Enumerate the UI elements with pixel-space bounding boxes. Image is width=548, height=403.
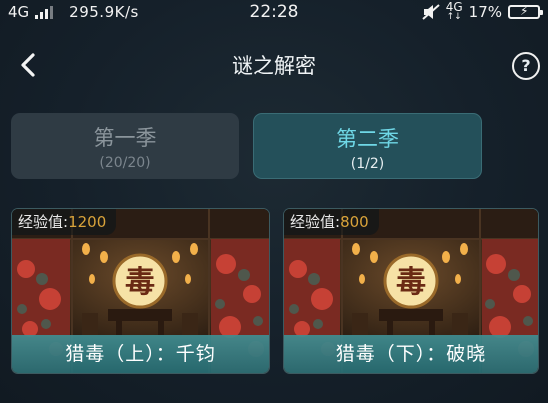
emblem-character: 毒 — [125, 265, 155, 300]
season-progress: (1/2) — [350, 156, 385, 172]
exp-label: 经验值: — [290, 213, 341, 231]
episode-title: 猎毒（上）：千钧 — [12, 335, 269, 373]
battery-charging-icon: ⚡ — [508, 4, 543, 19]
season-name: 第二季 — [336, 127, 399, 151]
help-icon: ? — [521, 56, 531, 75]
exp-value: 1200 — [68, 213, 107, 231]
exp-badge: 经验值:1200 — [12, 209, 117, 235]
battery-percent: 17% — [468, 3, 502, 21]
season-name: 第一季 — [93, 126, 157, 150]
status-right: 4G ↑↓ 17% ⚡ — [422, 0, 543, 22]
network-type-right: 4G ↑↓ — [445, 0, 463, 22]
episode-title: 猎毒（下）：破晓 — [284, 335, 538, 373]
exp-value: 800 — [340, 213, 369, 231]
tab-season-2[interactable]: 第二季 (1/2) — [253, 113, 482, 179]
help-button[interactable]: ? — [512, 52, 540, 80]
mute-icon — [422, 4, 440, 20]
episode-card[interactable]: 毒 经验值:1200 猎毒（上）：千钧 — [12, 209, 269, 373]
tab-season-1[interactable]: 第一季 (20/20) — [11, 113, 239, 179]
nav-bar: 谜之解密 ? — [0, 40, 548, 90]
season-progress: (20/20) — [99, 155, 151, 171]
exp-label: 经验值: — [18, 213, 69, 231]
emblem-character: 毒 — [396, 265, 426, 300]
status-bar: 4G 295.9K/s 22:28 4G ↑↓ 17% ⚡ — [0, 0, 548, 26]
exp-badge: 经验值:800 — [284, 209, 379, 235]
episode-card[interactable]: 毒 经验值:800 猎毒（下）：破晓 — [284, 209, 538, 373]
page-title: 谜之解密 — [232, 54, 316, 78]
